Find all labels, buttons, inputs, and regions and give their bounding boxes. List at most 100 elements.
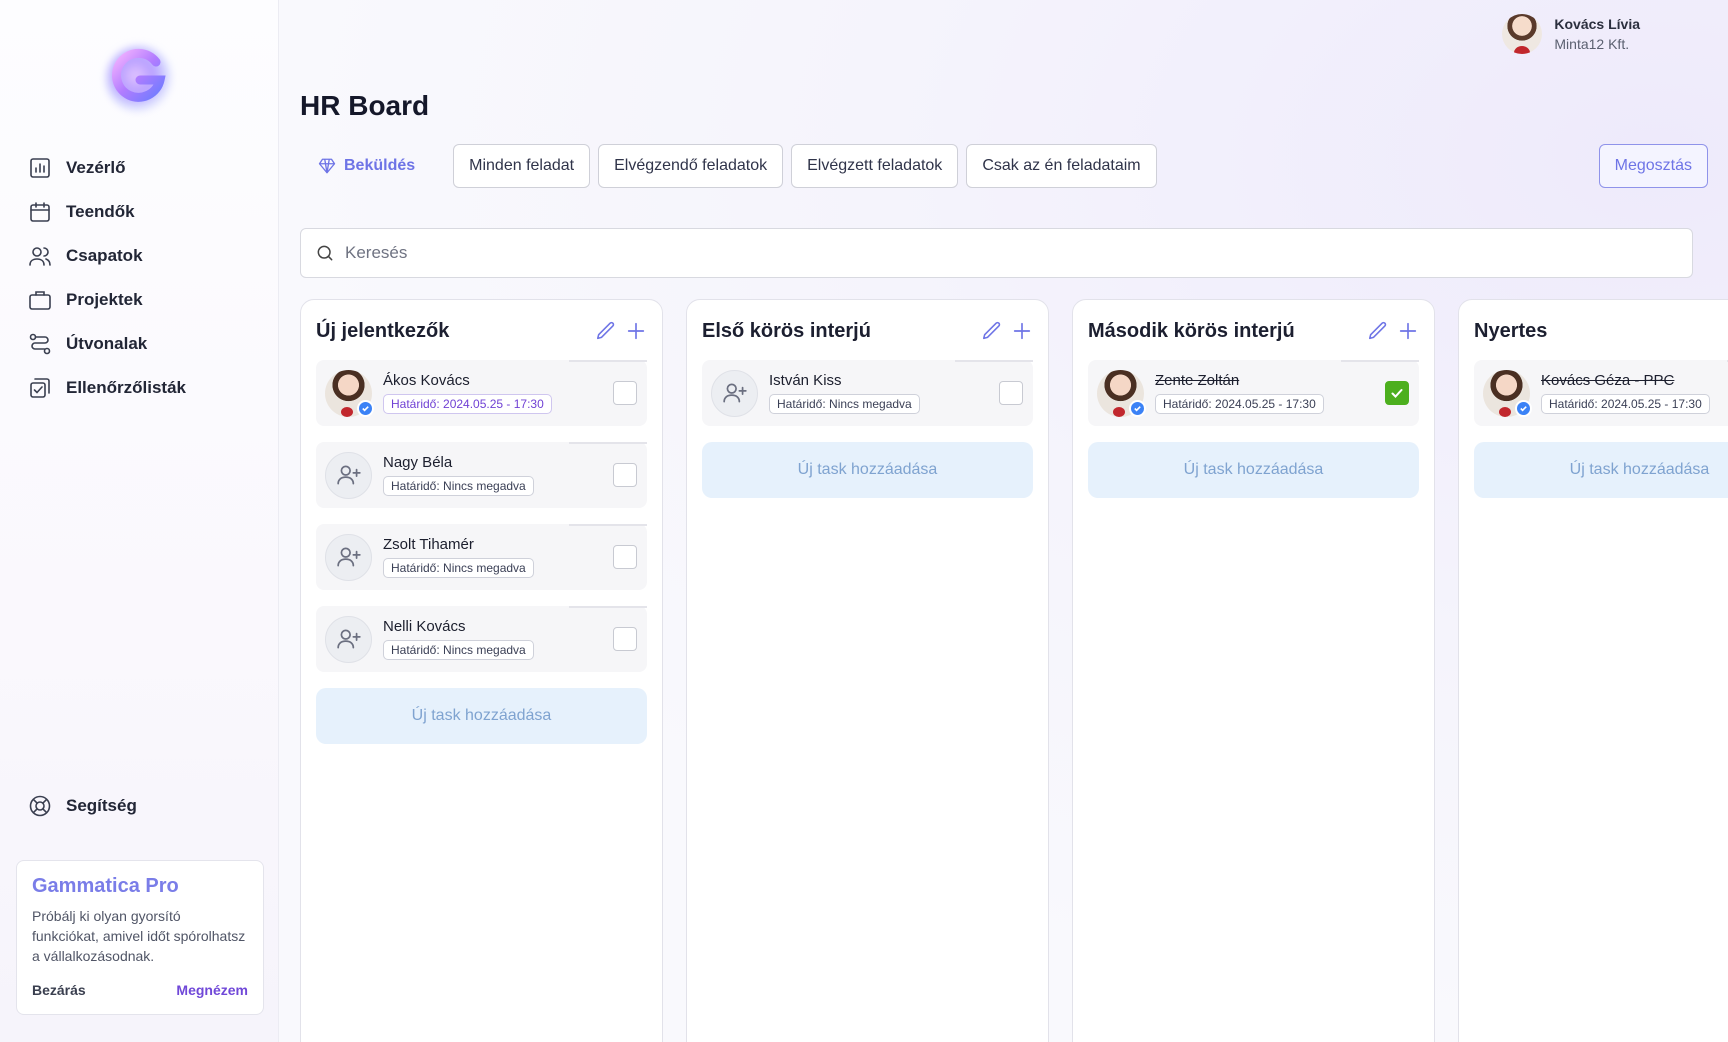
user-menu[interactable]: Kovács Lívia Minta12 Kft. (1502, 14, 1640, 54)
add-task-button[interactable]: Új task hozzáadása (702, 442, 1033, 498)
task-checkbox[interactable] (613, 463, 637, 487)
main-content: Kovács Lívia Minta12 Kft. HR Board Bekül… (279, 0, 1728, 1042)
search-input[interactable] (345, 243, 1692, 263)
help-link[interactable]: Segítség (28, 794, 137, 818)
lifebuoy-icon (29, 795, 51, 817)
task-card[interactable]: Ákos Kovács Határidő: 2024.05.25 - 17:30 (316, 360, 647, 426)
candidate-avatar (1483, 369, 1532, 417)
deadline-badge: Határidő: Nincs megadva (383, 640, 534, 660)
checkmark-icon (1391, 389, 1403, 398)
sidebar-item-label: Útvonalak (66, 334, 148, 353)
candidate-avatar (325, 533, 372, 581)
sidebar-item-projektek[interactable]: Projektek (28, 278, 186, 322)
promo-cta-button[interactable]: Megnézem (176, 982, 248, 998)
share-button[interactable]: Megosztás (1598, 144, 1708, 188)
gammatica-logo[interactable] (100, 36, 180, 116)
task-checkbox[interactable] (613, 545, 637, 569)
promo-title: Gammatica Pro (32, 875, 179, 897)
sidebar-item-label: Ellenőrzőlisták (66, 378, 186, 397)
add-task-button[interactable]: Új task hozzáadása (1474, 442, 1728, 498)
add-task-button[interactable]: Új task hozzáadása (316, 688, 647, 744)
candidate-name: István Kiss (769, 372, 842, 389)
filter-todo-tasks[interactable]: Elvégzendő feladatok (598, 144, 784, 188)
candidate-avatar (1097, 369, 1146, 417)
calendar-icon (30, 202, 50, 222)
column-title: Nyertes (1474, 319, 1548, 342)
column-first-interview: Első körös interjú István Kiss Határidő:… (686, 299, 1049, 1042)
promo-text: Próbálj ki olyan gyorsító funkciókat, am… (32, 908, 246, 964)
verified-badge-icon (1129, 399, 1146, 417)
candidate-name: Ákos Kovács (383, 372, 470, 389)
search-icon (317, 245, 333, 261)
sidebar-nav: Vezérlő Teendők Csapatok Projektek Útvon… (28, 146, 186, 410)
submit-label: Beküldés (344, 157, 416, 174)
deadline-badge: Határidő: Nincs megadva (383, 476, 534, 496)
users-icon (29, 247, 51, 266)
pencil-icon[interactable] (1367, 320, 1389, 342)
add-task-button[interactable]: Új task hozzáadása (1088, 442, 1419, 498)
deadline-badge: Határidő: 2024.05.25 - 17:30 (1541, 394, 1710, 414)
deadline-badge: Határidő: 2024.05.25 - 17:30 (1155, 394, 1324, 414)
filter-done-tasks[interactable]: Elvégzett feladatok (791, 144, 959, 188)
briefcase-icon (29, 291, 51, 310)
deadline-badge: Határidő: Nincs megadva (383, 558, 534, 578)
promo-close-button[interactable]: Bezárás (32, 982, 86, 998)
user-company: Minta12 Kft. (1554, 36, 1630, 52)
promo-card: Gammatica Pro Próbálj ki olyan gyorsító … (16, 860, 264, 1015)
route-icon (29, 333, 51, 355)
verified-badge-icon (1515, 399, 1532, 417)
task-checkbox[interactable] (613, 381, 637, 405)
candidate-name: Zente Zoltán (1155, 372, 1240, 389)
task-checkbox[interactable] (999, 381, 1023, 405)
submit-button[interactable]: Beküldés (300, 144, 433, 188)
kanban-board: Új jelentkezők Ákos Kovács Határidő: 202… (300, 299, 1728, 1042)
filter-all-tasks[interactable]: Minden feladat (453, 144, 591, 188)
sidebar-item-vezerlo[interactable]: Vezérlő (28, 146, 186, 190)
candidate-avatar (325, 369, 374, 417)
task-card[interactable]: Nelli Kovács Határidő: Nincs megadva (316, 606, 647, 672)
sidebar-item-teendok[interactable]: Teendők (28, 190, 186, 234)
sidebar: Vezérlő Teendők Csapatok Projektek Útvon… (0, 0, 279, 1042)
task-card[interactable]: Nagy Béla Határidő: Nincs megadva (316, 442, 647, 508)
checklist-icon (30, 378, 50, 398)
search-bar (300, 228, 1693, 278)
user-plus-icon (336, 629, 361, 649)
page-title: HR Board (300, 90, 430, 121)
diamond-icon (318, 158, 336, 174)
task-card[interactable]: István Kiss Határidő: Nincs megadva (702, 360, 1033, 426)
sidebar-item-label: Vezérlő (66, 158, 126, 177)
task-card[interactable]: Zente Zoltán Határidő: 2024.05.25 - 17:3… (1088, 360, 1419, 426)
toolbar: Beküldés Minden feladat Elvégzendő felad… (300, 144, 1157, 188)
user-plus-icon (336, 547, 361, 567)
pencil-icon[interactable] (595, 320, 617, 342)
column-title: Új jelentkezők (316, 319, 450, 342)
column-new-applicants: Új jelentkezők Ákos Kovács Határidő: 202… (300, 299, 663, 1042)
column-winner: Nyertes Kovács Géza - PPC Határidő: 2024… (1458, 299, 1728, 1042)
sidebar-item-label: Csapatok (66, 246, 143, 265)
task-card[interactable]: Kovács Géza - PPC Határidő: 2024.05.25 -… (1474, 360, 1728, 426)
user-plus-icon (336, 465, 361, 485)
avatar (1502, 14, 1543, 54)
candidate-name: Nelli Kovács (383, 618, 466, 635)
verified-badge-icon (357, 399, 374, 417)
task-checkbox[interactable] (613, 627, 637, 651)
sidebar-item-ellenorzolistak[interactable]: Ellenőrzőlisták (28, 366, 186, 410)
task-card[interactable]: Zsolt Tihamér Határidő: Nincs megadva (316, 524, 647, 590)
deadline-badge: Határidő: 2024.05.25 - 17:30 (383, 394, 552, 414)
plus-icon[interactable] (1011, 320, 1033, 342)
user-plus-icon (722, 383, 747, 403)
candidate-avatar (325, 615, 372, 663)
chart-icon (30, 158, 50, 178)
column-second-interview: Második körös interjú Zente Zoltán Határ… (1072, 299, 1435, 1042)
task-checkbox[interactable] (1385, 381, 1409, 405)
pencil-icon[interactable] (981, 320, 1003, 342)
column-title: Első körös interjú (702, 319, 871, 342)
plus-icon[interactable] (1397, 320, 1419, 342)
candidate-name: Zsolt Tihamér (383, 536, 474, 553)
filter-my-tasks[interactable]: Csak az én feladataim (966, 144, 1157, 188)
candidate-name: Nagy Béla (383, 454, 453, 471)
sidebar-item-utvonalak[interactable]: Útvonalak (28, 322, 186, 366)
deadline-badge: Határidő: Nincs megadva (769, 394, 920, 414)
plus-icon[interactable] (625, 320, 647, 342)
sidebar-item-csapatok[interactable]: Csapatok (28, 234, 186, 278)
